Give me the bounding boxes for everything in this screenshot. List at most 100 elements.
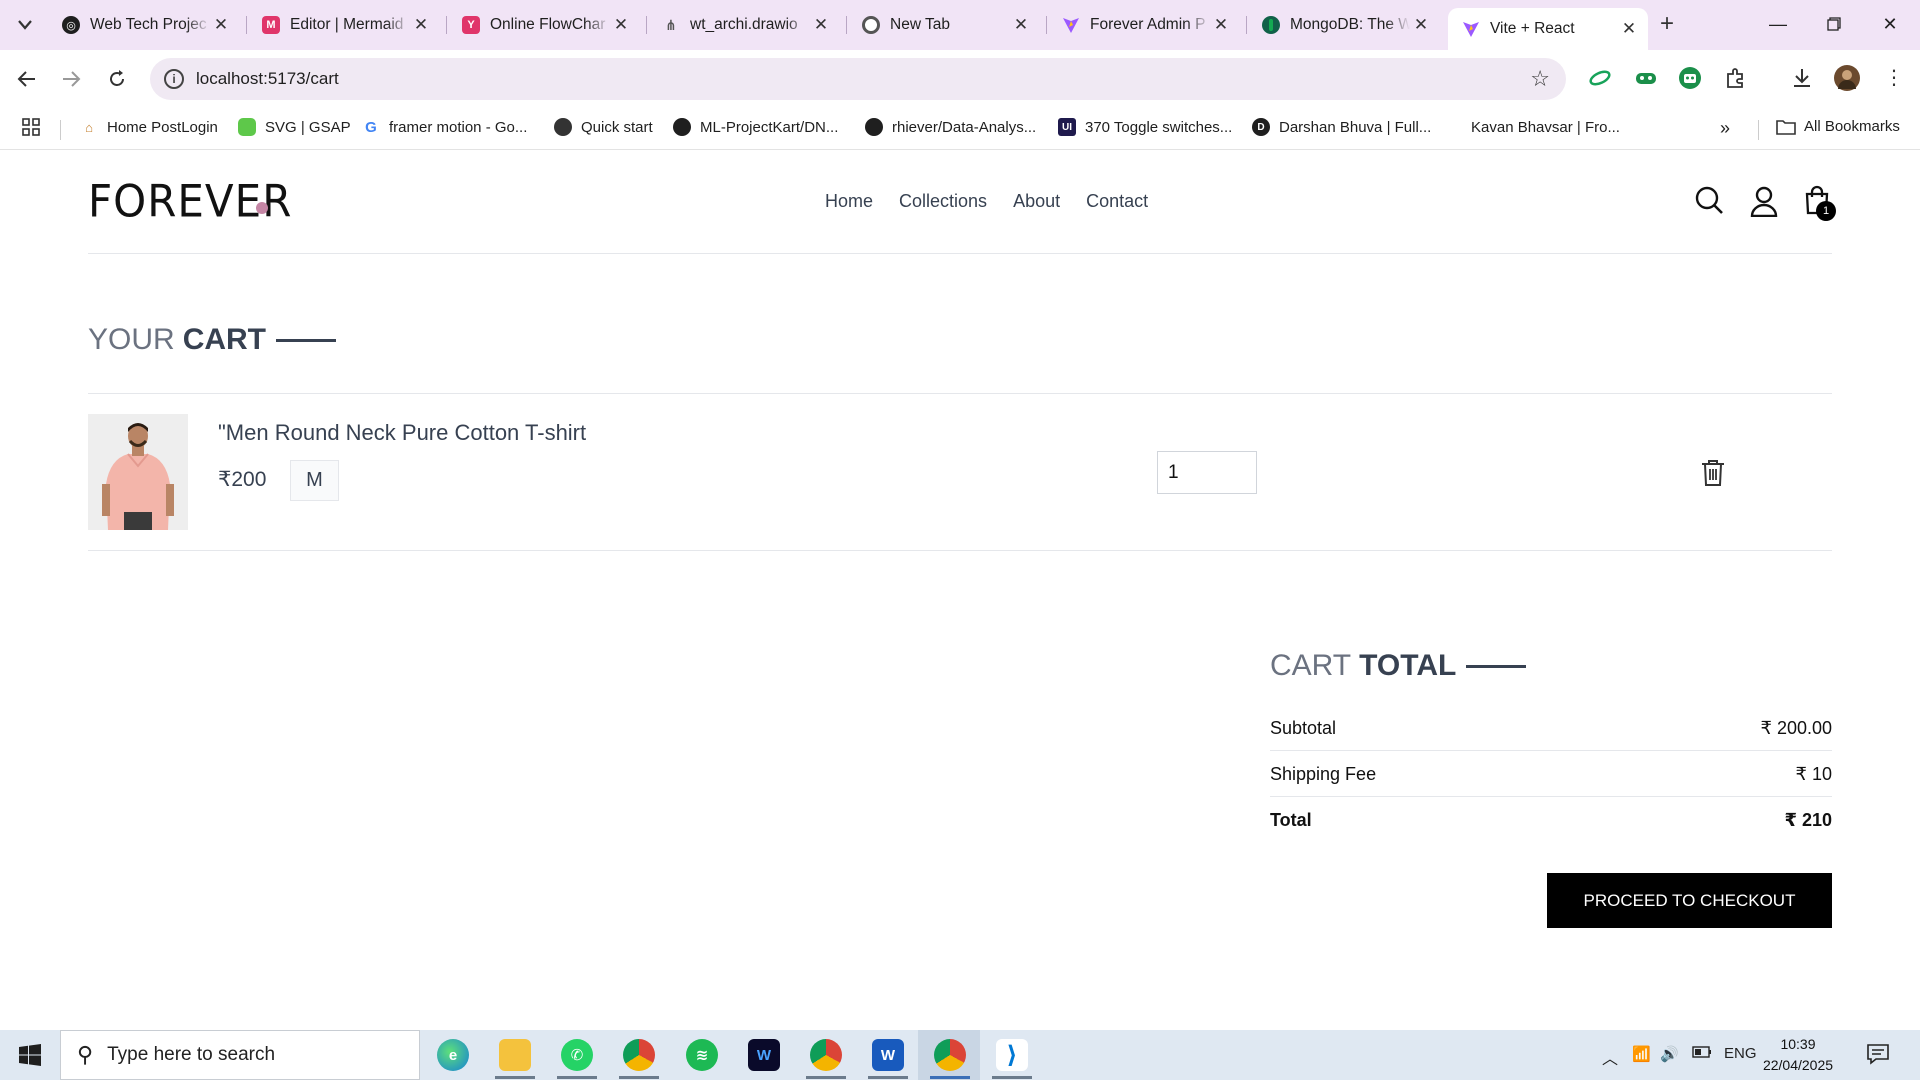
minimize-button[interactable]: —: [1750, 0, 1806, 48]
delete-item-button[interactable]: [1700, 459, 1726, 487]
nav-home[interactable]: Home: [825, 191, 873, 212]
bookmark-rhiever[interactable]: rhiever/Data-Analys...: [865, 118, 1036, 136]
volume-icon[interactable]: 🔊: [1660, 1045, 1679, 1063]
tab-web-tech[interactable]: ◎ Web Tech Projec ✕: [48, 8, 240, 42]
clock[interactable]: 10:39 22/04/2025: [1756, 1034, 1840, 1076]
close-tab-icon[interactable]: ✕: [1210, 15, 1232, 35]
downloads-icon[interactable]: [1790, 66, 1814, 90]
spotify-icon[interactable]: ≋: [686, 1039, 718, 1071]
all-bookmarks-button[interactable]: All Bookmarks: [1776, 118, 1900, 135]
tab-mongodb[interactable]: MongoDB: The W ✕: [1248, 8, 1440, 42]
cart-total-title-bold: TOTAL: [1359, 649, 1457, 682]
forward-button[interactable]: [56, 64, 86, 94]
tab-vite-react[interactable]: Vite + React ✕: [1448, 8, 1648, 50]
whatsapp-icon[interactable]: ✆: [561, 1039, 593, 1071]
tab-separator: [1046, 16, 1047, 34]
nav-collections[interactable]: Collections: [899, 191, 987, 212]
reload-button[interactable]: [102, 64, 132, 94]
bookmark-home-postlogin[interactable]: ⌂ Home PostLogin: [80, 118, 218, 136]
cart-top-divider: [88, 393, 1832, 394]
logo-dot: [256, 202, 268, 214]
address-bar[interactable]: i localhost:5173/cart ☆: [150, 58, 1566, 100]
chrome-active-icon[interactable]: [934, 1039, 966, 1071]
profile-icon[interactable]: [1749, 185, 1779, 218]
subtotal-label: Subtotal: [1270, 718, 1337, 738]
apps-grid-icon[interactable]: [22, 118, 40, 136]
cart-total-title: CART TOTAL: [1270, 649, 1527, 683]
tab-drawio[interactable]: ⋔ wt_archi.drawio ✕: [648, 8, 840, 42]
restore-button[interactable]: [1806, 0, 1862, 48]
bookmark-kavan-bhavsar[interactable]: Kavan Bhavsar | Fro...: [1444, 118, 1620, 136]
product-image[interactable]: [88, 414, 188, 530]
bookmark-star-icon[interactable]: ☆: [1530, 66, 1550, 92]
taskbar-search-placeholder: Type here to search: [107, 1044, 276, 1065]
tab-title: MongoDB: The W: [1290, 16, 1410, 33]
bookmark-quick-start[interactable]: Quick start: [554, 118, 653, 136]
back-button[interactable]: [12, 64, 42, 94]
new-tab-button[interactable]: +: [1652, 10, 1682, 40]
vscode-icon[interactable]: ⟩: [996, 1039, 1028, 1071]
bookmark-toggle-switches[interactable]: UI 370 Toggle switches...: [1058, 118, 1232, 136]
running-indicator: [557, 1076, 597, 1079]
battery-icon[interactable]: [1692, 1045, 1712, 1062]
page-content: FOREVER Home Collections About Contact 1…: [0, 151, 1920, 1030]
url-text[interactable]: localhost:5173/cart: [196, 69, 339, 89]
tab-title: Editor | Mermaid: [290, 16, 404, 33]
network-icon[interactable]: 📶: [1632, 1045, 1651, 1063]
close-window-button[interactable]: ✕: [1862, 0, 1918, 48]
more-bookmarks-chevron-icon[interactable]: »: [1720, 118, 1730, 139]
close-tab-icon[interactable]: ✕: [1010, 15, 1032, 35]
site-info-icon[interactable]: i: [164, 69, 184, 89]
browser-menu-icon[interactable]: ⋮: [1882, 66, 1906, 90]
browser-toolbar: i localhost:5173/cart ☆ ⋮: [0, 50, 1920, 108]
notifications-icon[interactable]: [1866, 1042, 1890, 1070]
proceed-to-checkout-button[interactable]: PROCEED TO CHECKOUT: [1547, 873, 1832, 928]
extension-robot-icon[interactable]: [1678, 66, 1702, 90]
close-tab-icon[interactable]: ✕: [810, 15, 832, 35]
language-indicator[interactable]: ENG: [1724, 1045, 1757, 1062]
extensions-puzzle-icon[interactable]: [1724, 66, 1748, 90]
tab-search-button[interactable]: [10, 10, 40, 40]
bookmark-framer-motion[interactable]: G framer motion - Go...: [362, 118, 527, 136]
tab-title: wt_archi.drawio: [690, 16, 798, 33]
search-icon: ⚲: [77, 1042, 94, 1067]
shipping-row: Shipping Fee ₹ 10: [1270, 764, 1832, 785]
file-explorer-icon[interactable]: [499, 1039, 531, 1071]
close-tab-icon[interactable]: ✕: [210, 15, 232, 35]
shipping-label: Shipping Fee: [1270, 764, 1377, 784]
chrome-profile-icon[interactable]: [810, 1039, 842, 1071]
bookmark-svg-gsap[interactable]: SVG | GSAP: [238, 118, 351, 136]
nav-contact[interactable]: Contact: [1086, 191, 1148, 212]
close-tab-icon[interactable]: ✕: [410, 15, 432, 35]
close-tab-icon[interactable]: ✕: [1410, 15, 1432, 35]
all-bookmarks-label: All Bookmarks: [1804, 118, 1900, 135]
total-label: Total: [1270, 810, 1312, 830]
profile-avatar[interactable]: [1834, 65, 1860, 91]
product-name[interactable]: "Men Round Neck Pure Cotton T-shirt: [218, 420, 586, 446]
nav-about[interactable]: About: [1013, 191, 1060, 212]
word-icon[interactable]: W: [872, 1039, 904, 1071]
tab-flowchart[interactable]: Y Online FlowChar ✕: [448, 8, 640, 42]
cart-title-light: YOUR: [88, 323, 175, 356]
extension-leaf-icon[interactable]: [1588, 66, 1612, 90]
tab-mermaid[interactable]: M Editor | Mermaid ✕: [248, 8, 440, 42]
cart-bottom-divider: [88, 550, 1832, 551]
tab-forever-admin[interactable]: Forever Admin P ✕: [1048, 8, 1240, 42]
title-underline: [1466, 664, 1527, 668]
quantity-input[interactable]: 1: [1157, 451, 1257, 494]
bookmark-darshan-bhuva[interactable]: D Darshan Bhuva | Full...: [1252, 118, 1431, 136]
extension-gamepad-icon[interactable]: [1634, 66, 1658, 90]
close-tab-icon[interactable]: ✕: [1618, 19, 1640, 39]
tab-new-tab[interactable]: New Tab ✕: [848, 8, 1040, 42]
bookmark-ml-projectkart[interactable]: ML-ProjectKart/DN...: [673, 118, 838, 136]
search-icon[interactable]: [1694, 185, 1724, 217]
edge-icon[interactable]: e: [437, 1039, 469, 1071]
close-tab-icon[interactable]: ✕: [610, 15, 632, 35]
bookmark-label: Kavan Bhavsar | Fro...: [1471, 118, 1620, 136]
taskbar-search-box[interactable]: ⚲ Type here to search: [60, 1030, 420, 1080]
bookmark-label: ML-ProjectKart/DN...: [700, 118, 839, 136]
chrome-icon[interactable]: [623, 1039, 655, 1071]
tray-overflow-chevron-icon[interactable]: ︿: [1602, 1045, 1618, 1069]
start-button[interactable]: [0, 1030, 58, 1080]
webex-icon[interactable]: W: [748, 1039, 780, 1071]
